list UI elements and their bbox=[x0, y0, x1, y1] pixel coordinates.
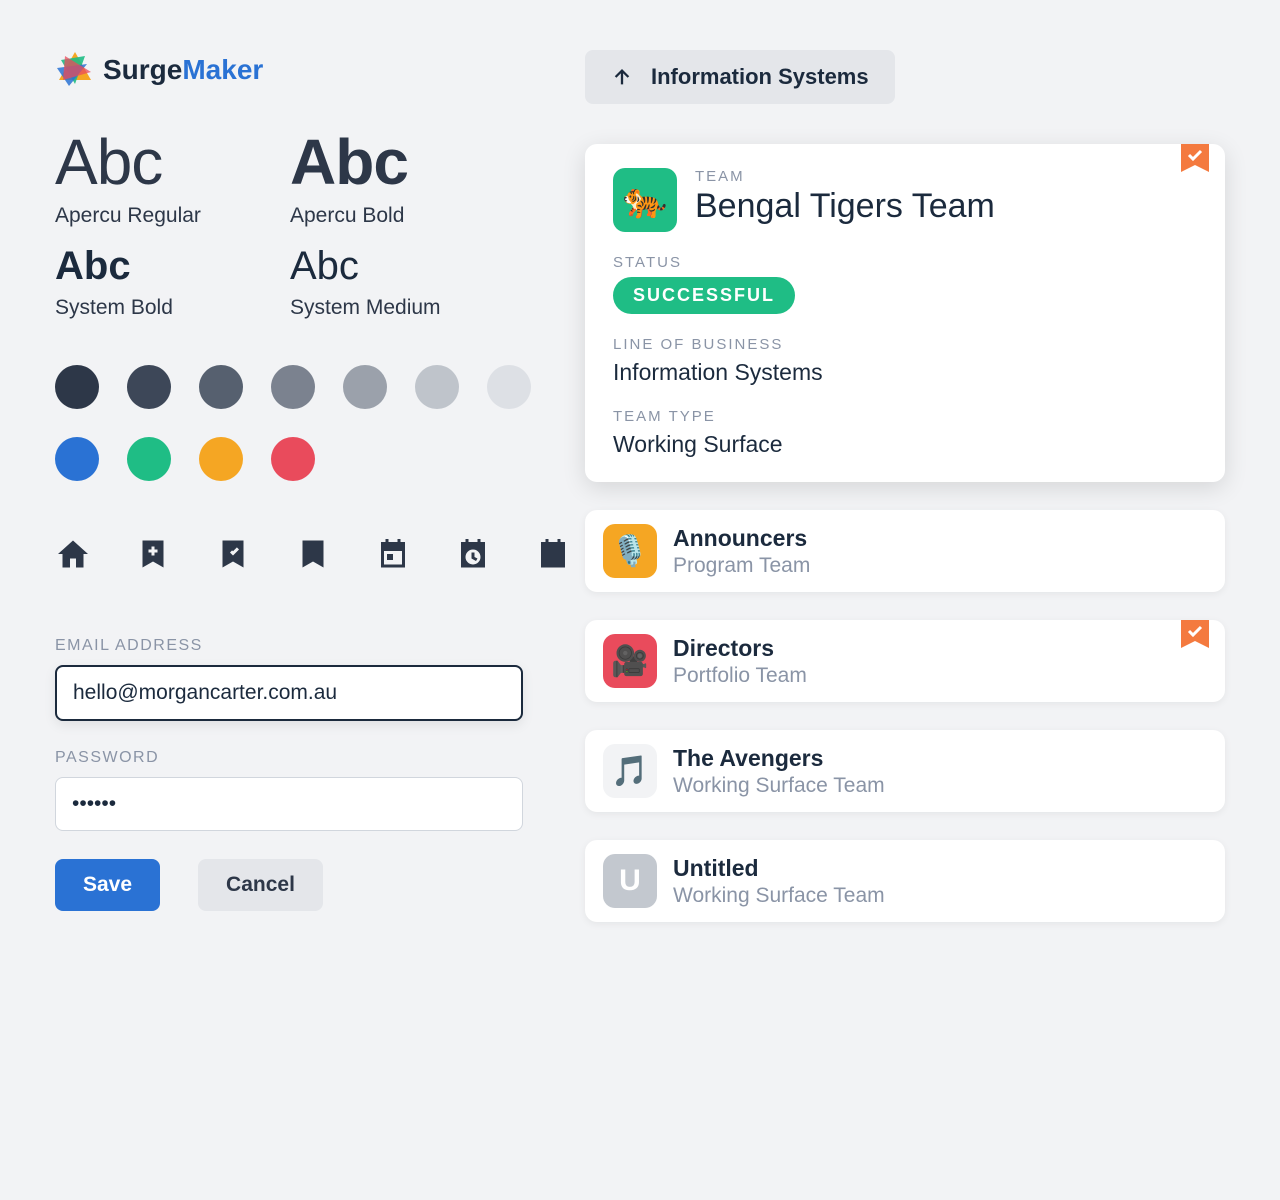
breadcrumb-label: Information Systems bbox=[651, 64, 869, 90]
save-button[interactable]: Save bbox=[55, 859, 160, 911]
color-swatch bbox=[55, 437, 99, 481]
team-avatar: 🐅 bbox=[613, 168, 677, 232]
breadcrumb-up[interactable]: Information Systems bbox=[585, 50, 895, 104]
color-swatch bbox=[343, 365, 387, 409]
team-card-featured[interactable]: 🐅 TEAM Bengal Tigers Team STATUS SUCCESS… bbox=[585, 144, 1225, 482]
status-badge: SUCCESSFUL bbox=[613, 277, 795, 314]
team-type-value: Working Surface bbox=[613, 431, 1197, 458]
color-swatch bbox=[271, 437, 315, 481]
team-name: Directors bbox=[673, 635, 807, 662]
bookmark-check-icon bbox=[1181, 620, 1209, 654]
color-palette bbox=[55, 365, 535, 481]
calendar-check-icon bbox=[535, 536, 571, 577]
team-subtitle: Program Team bbox=[673, 554, 810, 578]
type-sample-apercu-bold: Abc Apercu Bold bbox=[290, 130, 525, 228]
team-card[interactable]: 🎙️ AnnouncersProgram Team bbox=[585, 510, 1225, 592]
calendar-event-icon bbox=[375, 536, 411, 577]
arrow-up-icon bbox=[611, 66, 633, 88]
team-subtitle: Working Surface Team bbox=[673, 884, 885, 908]
color-swatch bbox=[415, 365, 459, 409]
team-card[interactable]: 🎥 DirectorsPortfolio Team bbox=[585, 620, 1225, 702]
team-avatar: 🎥 bbox=[603, 634, 657, 688]
logo-text-b: Maker bbox=[182, 54, 263, 85]
password-field-group: PASSWORD bbox=[55, 749, 525, 831]
team-name: The Avengers bbox=[673, 745, 885, 772]
logo-text-a: Surge bbox=[103, 54, 182, 85]
color-swatch bbox=[55, 365, 99, 409]
bookmark-check-icon bbox=[215, 536, 251, 577]
color-swatch bbox=[127, 437, 171, 481]
type-sample-apercu-regular: Abc Apercu Regular bbox=[55, 130, 290, 228]
password-input[interactable] bbox=[55, 777, 523, 831]
email-label: EMAIL ADDRESS bbox=[55, 637, 525, 655]
type-sample-system-medium: Abc System Medium bbox=[290, 246, 525, 320]
home-icon bbox=[55, 536, 91, 577]
color-swatch bbox=[487, 365, 531, 409]
color-swatch bbox=[199, 365, 243, 409]
team-name: Bengal Tigers Team bbox=[695, 187, 995, 226]
team-subtitle: Working Surface Team bbox=[673, 774, 885, 798]
bookmark-plus-icon bbox=[135, 536, 171, 577]
color-swatch bbox=[271, 365, 315, 409]
team-card[interactable]: 🎵 The AvengersWorking Surface Team bbox=[585, 730, 1225, 812]
password-label: PASSWORD bbox=[55, 749, 525, 767]
email-field-group: EMAIL ADDRESS bbox=[55, 637, 525, 721]
cancel-button[interactable]: Cancel bbox=[198, 859, 323, 911]
bookmark-x-icon bbox=[295, 536, 331, 577]
color-swatch bbox=[199, 437, 243, 481]
type-sample-system-bold: Abc System Bold bbox=[55, 246, 290, 320]
brand-logo: SurgeMaker bbox=[55, 50, 525, 90]
team-name: Announcers bbox=[673, 525, 810, 552]
logo-mark-icon bbox=[55, 50, 95, 90]
team-subtitle: Portfolio Team bbox=[673, 664, 807, 688]
team-type-label: TEAM TYPE bbox=[613, 408, 1197, 425]
team-avatar: U bbox=[603, 854, 657, 908]
lob-label: LINE OF BUSINESS bbox=[613, 336, 1197, 353]
team-avatar: 🎙️ bbox=[603, 524, 657, 578]
bookmark-check-icon bbox=[1181, 144, 1209, 178]
color-swatch bbox=[127, 365, 171, 409]
team-avatar: 🎵 bbox=[603, 744, 657, 798]
calendar-clock-icon bbox=[455, 536, 491, 577]
icon-samples bbox=[55, 536, 525, 577]
typography-samples: Abc Apercu Regular Abc Apercu Bold Abc S… bbox=[55, 130, 525, 320]
email-input[interactable] bbox=[55, 665, 523, 721]
lob-value: Information Systems bbox=[613, 359, 1197, 386]
team-eyebrow: TEAM bbox=[695, 168, 995, 185]
status-label: STATUS bbox=[613, 254, 1197, 271]
team-card[interactable]: U UntitledWorking Surface Team bbox=[585, 840, 1225, 922]
team-name: Untitled bbox=[673, 855, 885, 882]
